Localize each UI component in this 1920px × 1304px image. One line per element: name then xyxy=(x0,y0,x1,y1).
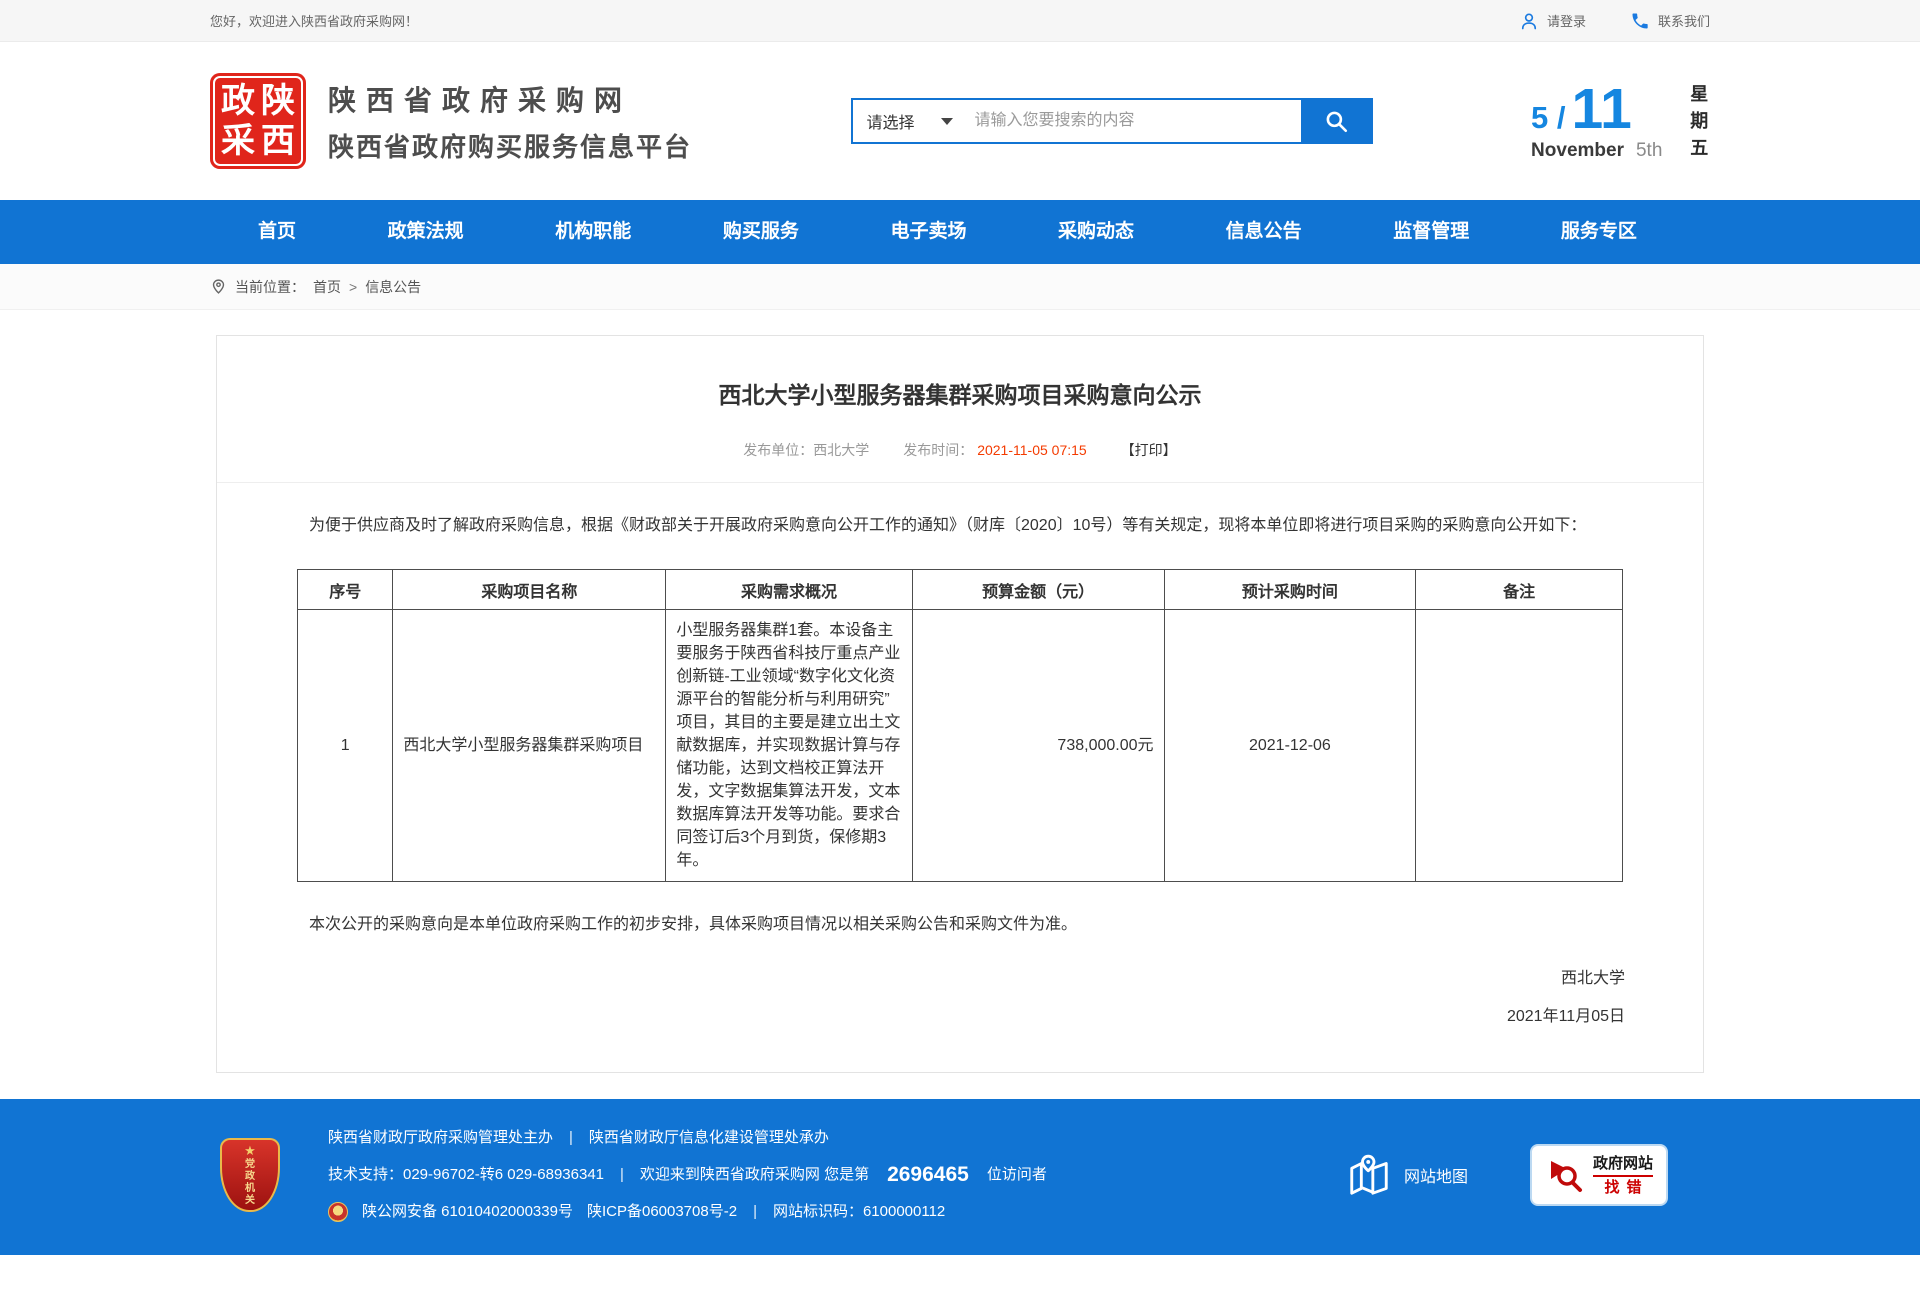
signature-org: 西北大学 xyxy=(277,960,1625,998)
publisher: 发布单位：西北大学 xyxy=(743,440,869,460)
cell-no: 1 xyxy=(298,610,393,882)
signature-date: 2021年11月05日 xyxy=(277,998,1625,1036)
site-brand[interactable]: 政 陕 采 西 陕西省政府采购网 陕西省政府购买服务信息平台 xyxy=(210,73,692,169)
search-bar: 请选择 xyxy=(851,98,1373,144)
date-day-number: 11 xyxy=(1572,81,1632,138)
date-month-number: 5 / xyxy=(1531,100,1565,136)
cell-requirement: 小型服务器集群1套。本设备主要服务于陕西省科技厅重点产业创新链-工业领域“数字化… xyxy=(666,610,912,882)
bottom-strip xyxy=(0,1255,1920,1286)
top-utility-bar: 您好，欢迎进入陕西省政府采购网！ 请登录 联系我们 xyxy=(0,0,1920,42)
announcement-card: 西北大学小型服务器集群采购项目采购意向公示 发布单位：西北大学 发布时间： 20… xyxy=(216,335,1704,1073)
security-record-number[interactable]: 陕公网安备 61010402000339号 xyxy=(362,1199,573,1225)
nav-item-supervision[interactable]: 监督管理 xyxy=(1385,200,1477,264)
site-footer: ★ 党政机关 陕西省财政厅政府采购管理处主办 | 陕西省财政厅信息化建设管理处承… xyxy=(0,1099,1920,1255)
search-category-select[interactable]: 请选择 xyxy=(853,100,969,142)
announcement-meta: 发布单位：西北大学 发布时间： 2021-11-05 07:15 【打印】 xyxy=(277,440,1643,460)
site-subtitle: 陕西省政府购买服务信息平台 xyxy=(328,127,692,164)
phone-icon xyxy=(1630,11,1650,31)
welcome-text: 您好，欢迎进入陕西省政府采购网！ xyxy=(210,11,418,30)
icp-record-number[interactable]: 陕ICP备06003708号-2 xyxy=(587,1199,737,1225)
breadcrumb-home-link[interactable]: 首页 xyxy=(313,277,341,297)
site-header: 政 陕 采 西 陕西省政府采购网 陕西省政府购买服务信息平台 请选择 xyxy=(0,42,1920,200)
col-header-planned-date: 预计采购时间 xyxy=(1164,570,1416,610)
site-id-code: 网站标识码：6100000112 xyxy=(773,1199,945,1225)
location-pin-icon xyxy=(210,278,227,295)
nav-item-functions[interactable]: 机构职能 xyxy=(547,200,639,264)
search-input[interactable] xyxy=(969,100,1301,142)
nav-item-home[interactable]: 首页 xyxy=(250,200,304,264)
date-weekday: 星期五 xyxy=(1688,81,1710,162)
breadcrumb-current: 信息公告 xyxy=(365,277,421,297)
site-logo: 政 陕 采 西 xyxy=(210,73,306,169)
party-government-emblem-icon: ★ 党政机关 xyxy=(220,1138,280,1212)
col-header-budget: 预算金额（元） xyxy=(912,570,1164,610)
nav-item-purchase-services[interactable]: 购买服务 xyxy=(715,200,807,264)
contact-link[interactable]: 联系我们 xyxy=(1630,11,1710,31)
col-header-no: 序号 xyxy=(298,570,393,610)
user-icon xyxy=(1519,11,1539,31)
nav-item-e-marketplace[interactable]: 电子卖场 xyxy=(882,200,974,264)
login-link[interactable]: 请登录 xyxy=(1519,11,1586,31)
nav-item-procurement-news[interactable]: 采购动态 xyxy=(1050,200,1142,264)
col-header-project-name: 采购项目名称 xyxy=(393,570,666,610)
breadcrumb: 当前位置： 首页 > 信息公告 xyxy=(210,264,1710,309)
publish-time: 发布时间： 2021-11-05 07:15 xyxy=(903,440,1086,460)
cell-remark xyxy=(1416,610,1623,882)
publish-time-value: 2021-11-05 07:15 xyxy=(977,442,1087,458)
col-header-remark: 备注 xyxy=(1416,570,1623,610)
date-month-name: November xyxy=(1531,140,1624,162)
date-day-ordinal: 5th xyxy=(1636,140,1662,162)
table-row: 1 西北大学小型服务器集群采购项目 小型服务器集群1套。本设备主要服务于陕西省科… xyxy=(298,610,1623,882)
search-icon xyxy=(1323,108,1349,134)
nav-item-policies[interactable]: 政策法规 xyxy=(380,200,472,264)
footer-line-organizers: 陕西省财政厅政府采购管理处主办 | 陕西省财政厅信息化建设管理处承办 xyxy=(328,1125,1047,1151)
footer-line-support: 技术支持：029-96702-转6 029-68936341 | 欢迎来到陕西省… xyxy=(328,1162,1047,1188)
closing-paragraph: 本次公开的采购意向是本单位政府采购工作的初步安排，具体采购项目情况以相关采购公告… xyxy=(277,908,1643,942)
nav-item-service-zone[interactable]: 服务专区 xyxy=(1553,200,1645,264)
table-header-row: 序号 采购项目名称 采购需求概况 预算金额（元） 预计采购时间 备注 xyxy=(298,570,1623,610)
cell-planned-date: 2021-12-06 xyxy=(1164,610,1416,882)
error-finder-magnifier-icon xyxy=(1545,1155,1585,1195)
announcement-title: 西北大学小型服务器集群采购项目采购意向公示 xyxy=(277,376,1643,410)
public-security-badge-icon xyxy=(328,1202,348,1222)
procurement-intent-table: 序号 采购项目名称 采购需求概况 预算金额（元） 预计采购时间 备注 1 西北大… xyxy=(297,569,1623,882)
intro-paragraph: 为便于供应商及时了解政府采购信息，根据《财政部关于开展政府采购意向公开工作的通知… xyxy=(277,509,1643,543)
breadcrumb-separator: > xyxy=(349,279,357,295)
gov-site-error-report-badge[interactable]: 政府网站 找错 xyxy=(1530,1144,1668,1206)
print-button[interactable]: 【打印】 xyxy=(1121,440,1177,460)
footer-line-registration: 陕公网安备 61010402000339号 陕ICP备06003708号-2 |… xyxy=(328,1199,1047,1225)
cell-budget: 738,000.00元 xyxy=(912,610,1164,882)
visitor-count: 2696465 xyxy=(887,1162,969,1188)
sitemap-map-icon xyxy=(1346,1152,1392,1198)
search-button[interactable] xyxy=(1301,100,1371,142)
site-title: 陕西省政府采购网 xyxy=(328,79,692,119)
date-widget: 5 / 11 November 5th 星期五 xyxy=(1531,81,1710,162)
sitemap-link[interactable]: 网站地图 xyxy=(1346,1152,1468,1198)
col-header-requirement: 采购需求概况 xyxy=(666,570,912,610)
nav-item-announcements[interactable]: 信息公告 xyxy=(1218,200,1310,264)
cell-project-name: 西北大学小型服务器集群采购项目 xyxy=(393,610,666,882)
breadcrumb-label: 当前位置： xyxy=(235,277,305,297)
main-nav: 首页 政策法规 机构职能 购买服务 电子卖场 采购动态 信息公告 监督管理 服务… xyxy=(0,200,1920,264)
chevron-down-icon xyxy=(941,118,953,125)
breadcrumb-bar: 当前位置： 首页 > 信息公告 xyxy=(0,264,1920,310)
